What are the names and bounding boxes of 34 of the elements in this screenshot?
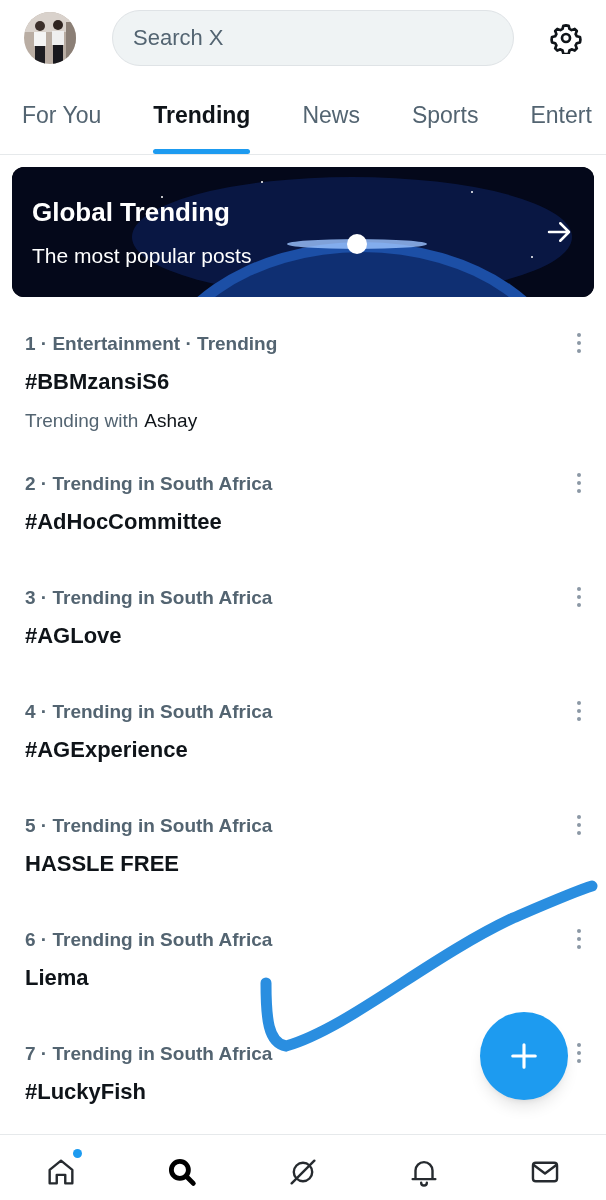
trend-context: 3 · Trending in South Africa	[25, 586, 273, 610]
trending-with-label: Trending with	[25, 409, 139, 433]
banner-card[interactable]: Global Trending The most popular posts	[12, 167, 594, 297]
trend-context: 6 · Trending in South Africa	[25, 928, 273, 952]
trend-context: 5 · Trending in South Africa	[25, 814, 273, 838]
tab[interactable]: News	[302, 97, 360, 154]
tab[interactable]: Sports	[411, 97, 479, 154]
tab[interactable]: Trending	[153, 97, 251, 154]
trend-title[interactable]: #BBMzansiS6	[25, 368, 278, 396]
plus-icon	[509, 1041, 539, 1071]
banner-title: Global Trending	[32, 195, 231, 229]
more-options-icon[interactable]	[576, 928, 582, 950]
more-options-icon[interactable]	[576, 586, 582, 608]
more-options-icon[interactable]	[576, 472, 582, 494]
trend-title[interactable]: #AdHocCommittee	[25, 508, 273, 536]
trend-title[interactable]: #AGExperience	[25, 736, 273, 764]
search-field[interactable]: Search X	[112, 9, 514, 66]
trend-context: 2 · Trending in South Africa	[25, 472, 273, 496]
more-options-icon[interactable]	[576, 814, 582, 836]
trend-title[interactable]: #AGLove	[25, 622, 273, 650]
trend-title[interactable]: HASSLE FREE	[25, 850, 273, 878]
trend-context: 1 · Entertainment · Trending	[25, 332, 278, 356]
more-options-icon[interactable]	[576, 332, 582, 354]
tab[interactable]: For You	[22, 97, 102, 154]
tab[interactable]: Entert	[530, 97, 592, 154]
trend-title[interactable]: #LuckyFish	[25, 1078, 273, 1106]
trend-context: 7 · Trending in South Africa	[25, 1042, 273, 1066]
trend-context: 4 · Trending in South Africa	[25, 700, 273, 724]
trending-with-name[interactable]: Ashay	[144, 409, 198, 433]
settings-icon[interactable]	[550, 21, 582, 54]
more-options-icon[interactable]	[576, 700, 582, 722]
more-options-icon[interactable]	[576, 1042, 582, 1064]
banner-subtitle: The most popular posts	[32, 242, 252, 269]
trend-title[interactable]: Liema	[25, 964, 273, 992]
